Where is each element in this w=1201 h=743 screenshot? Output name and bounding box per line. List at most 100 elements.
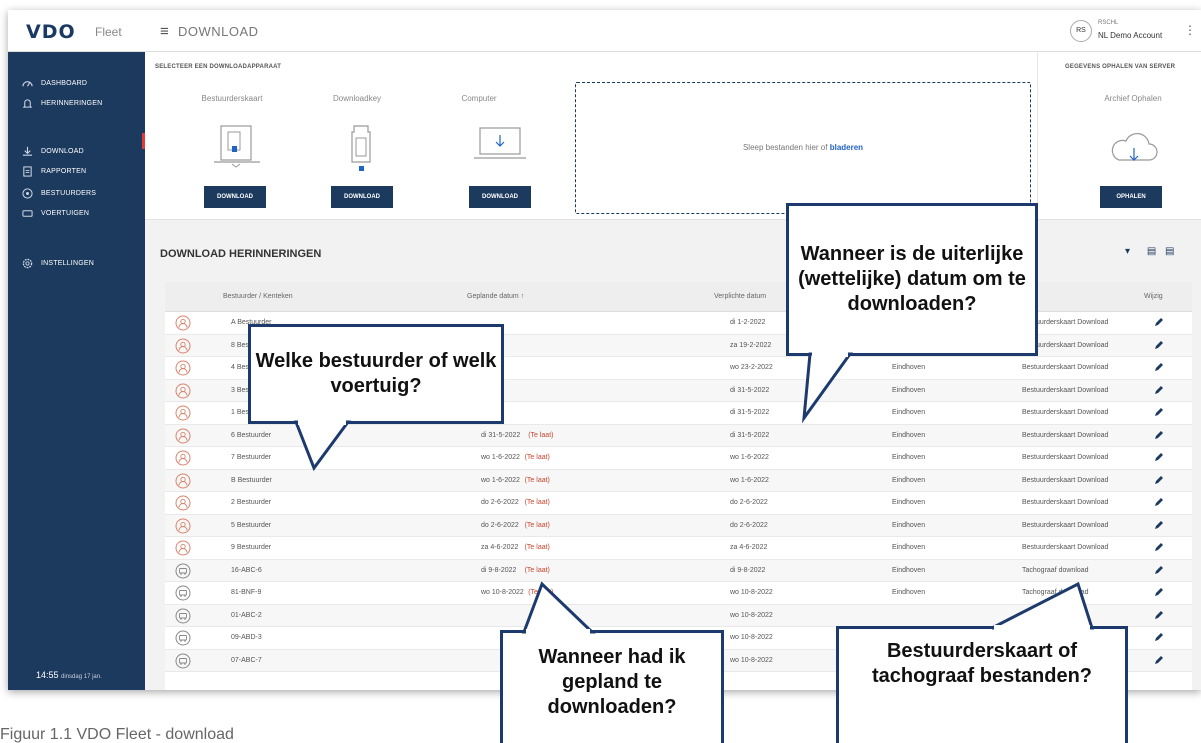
driver-avatar-icon — [175, 495, 191, 511]
location-cell: Eindhoven — [892, 454, 926, 461]
edit-pencil-icon[interactable] — [1154, 610, 1164, 620]
download-type-cell: Bestuurderskaart Download — [1022, 364, 1109, 371]
late-badge: (Te laat) — [524, 544, 550, 551]
account-name: RSCHL — [1098, 20, 1119, 26]
sidebar-item-download[interactable]: DOWNLOAD — [8, 142, 145, 162]
driver-avatar-icon — [175, 338, 191, 353]
sidebar-clock: 14:55 dinsdag 17 jan. — [36, 670, 102, 680]
table-row[interactable]: 16-ABC-6 di 9-8-2022 (Te laat) di 9-8-2022 E… — [165, 559, 1192, 582]
sidebar-item-bestuurders[interactable]: BESTUURDERS — [8, 184, 145, 204]
callout-tail-type — [991, 581, 1095, 631]
callout-required-date: Wanneer is de uiterlijke (wettelijke) da… — [786, 203, 1038, 356]
filter-dropdown-icon[interactable]: ▾ — [1125, 246, 1130, 257]
planned-date-cell: do 2-6-2022 — [481, 521, 519, 529]
download-type-cell: Bestuurderskaart Download — [1022, 544, 1109, 551]
fetch-server-button[interactable]: OPHALEN — [1100, 186, 1162, 208]
sidebar-item-label: VOERTUIGEN — [41, 210, 90, 217]
sidebar-item-dashboard[interactable]: DASHBOARD — [8, 74, 145, 94]
edit-pencil-icon[interactable] — [1154, 542, 1164, 552]
sidebar: DASHBOARD HERINNERINGEN DOWNLOAD RAPPORT… — [8, 52, 145, 690]
driver-cell: 6 Bestuurder — [231, 431, 272, 439]
download-icon — [22, 146, 33, 156]
driver-avatar-icon — [175, 518, 191, 533]
required-date-cell: do 2-6-2022 — [730, 521, 768, 529]
bell-icon — [22, 99, 33, 108]
edit-pencil-icon[interactable] — [1154, 632, 1164, 642]
edit-pencil-icon[interactable] — [1154, 362, 1164, 372]
download-panel: SELECTEER EEN DOWNLOADAPPARAAT Bestuurde… — [145, 52, 1201, 220]
planned-date-cell: wo 10-8-2022 — [481, 589, 524, 596]
required-date-cell: wo 10-8-2022 — [730, 589, 773, 596]
table-row[interactable]: 9 Bestuurder za 4-6-2022 (Te laat) za 4-6-2… — [165, 537, 1192, 560]
table-row[interactable]: 5 Bestuurder do 2-6-2022 (Te laat) do 2-6-2… — [165, 514, 1192, 537]
download-type-cell: Bestuurderskaart Download — [1022, 409, 1109, 416]
edit-pencil-icon[interactable] — [1154, 497, 1164, 507]
download-key-button[interactable]: DOWNLOAD — [331, 186, 393, 208]
driver-cell: 7 Bestuurder — [231, 454, 272, 461]
export-alt-icon[interactable]: ▤ — [1165, 246, 1174, 257]
usb-key-icon[interactable] — [348, 124, 374, 172]
export-icon[interactable]: ▤ — [1147, 246, 1156, 257]
driver-cell: 9 Bestuurder — [231, 544, 272, 551]
drop-zone-hint: Sleep bestanden hier of — [742, 143, 828, 152]
late-badge: (Te laat) — [524, 454, 550, 461]
edit-pencil-icon[interactable] — [1154, 587, 1164, 597]
edit-pencil-icon[interactable] — [1154, 452, 1164, 462]
late-badge: (Te laat) — [524, 499, 550, 506]
sidebar-item-label: RAPPORTEN — [41, 168, 87, 175]
location-cell: Eindhoven — [892, 566, 926, 574]
location-cell: Eindhoven — [892, 431, 926, 439]
driver-icon — [22, 188, 33, 199]
driver-avatar-icon — [175, 473, 191, 488]
driver-avatar-icon — [175, 540, 191, 556]
edit-pencil-icon[interactable] — [1154, 385, 1164, 395]
sidebar-item-herinneringen[interactable]: HERINNERINGEN — [8, 94, 145, 114]
driver-cell: 5 Bestuurder — [231, 521, 272, 529]
download-computer-button[interactable]: DOWNLOAD — [469, 186, 531, 208]
callout-tail-driver — [293, 420, 351, 472]
download-type-cell: Bestuurderskaart Download — [1022, 499, 1109, 506]
more-vertical-icon[interactable]: ⋮ — [1184, 23, 1196, 37]
vdo-logo[interactable]: VDO — [26, 21, 76, 43]
edit-pencil-icon[interactable] — [1154, 340, 1164, 350]
required-date-cell: wo 1-6-2022 — [730, 454, 769, 461]
edit-pencil-icon[interactable] — [1154, 565, 1164, 575]
hamburger-icon[interactable]: ≡ — [160, 23, 169, 40]
driver-cell: 81-BNF-9 — [231, 589, 262, 596]
sidebar-item-instellingen[interactable]: INSTELLINGEN — [8, 254, 145, 274]
late-badge: (Te laat) — [524, 476, 550, 484]
edit-pencil-icon[interactable] — [1154, 475, 1164, 485]
sidebar-item-label: DOWNLOAD — [41, 148, 84, 155]
download-driver-card-button[interactable]: DOWNLOAD — [204, 186, 266, 208]
edit-pencil-icon[interactable] — [1154, 407, 1164, 417]
download-type-cell: Bestuurderskaart Download — [1022, 386, 1109, 394]
table-row[interactable]: 2 Bestuurder do 2-6-2022 (Te laat) do 2-6-2… — [165, 492, 1192, 515]
laptop-icon[interactable] — [472, 124, 528, 164]
column-header-edit: Wijzig — [1144, 293, 1163, 300]
cloud-download-icon[interactable] — [1105, 124, 1161, 170]
callout-driver-vehicle: Welke bestuurder of welk voertuig? — [248, 324, 504, 424]
required-date-cell: di 31-5-2022 — [730, 409, 770, 416]
dashboard-icon — [22, 81, 33, 87]
column-header-driver[interactable]: Bestuurder / Kenteken — [223, 293, 293, 300]
table-row[interactable]: B Bestuurder wo 1-6-2022 (Te laat) wo 1-6-2… — [165, 469, 1192, 492]
file-drop-zone[interactable]: Sleep bestanden hier of bladeren — [575, 82, 1031, 214]
driver-cell: 09-ABD-3 — [231, 634, 262, 641]
column-header-planned[interactable]: Geplande datum ↑ — [467, 293, 524, 300]
sidebar-item-rapporten[interactable]: RAPPORTEN — [8, 162, 145, 182]
planned-date-cell: do 2-6-2022 — [481, 499, 519, 506]
edit-pencil-icon[interactable] — [1154, 317, 1164, 327]
browse-link[interactable]: bladeren — [830, 143, 863, 152]
drop-zone-text: Sleep bestanden hier of bladeren — [576, 143, 1030, 152]
avatar[interactable]: RS — [1070, 20, 1092, 42]
column-header-required[interactable]: Verplichte datum — [714, 293, 766, 300]
edit-pencil-icon[interactable] — [1154, 655, 1164, 665]
sidebar-item-voertuigen[interactable]: VOERTUIGEN — [8, 204, 145, 224]
edit-pencil-icon[interactable] — [1154, 520, 1164, 530]
edit-pencil-icon[interactable] — [1154, 430, 1164, 440]
planned-date-cell: wo 1-6-2022 — [481, 476, 520, 484]
server-section-label: GEGEVENS OPHALEN VAN SERVER — [1065, 64, 1176, 70]
planned-date-cell: wo 1-6-2022 — [481, 454, 520, 461]
driver-avatar-icon — [175, 383, 191, 398]
card-reader-icon[interactable] — [212, 124, 262, 172]
